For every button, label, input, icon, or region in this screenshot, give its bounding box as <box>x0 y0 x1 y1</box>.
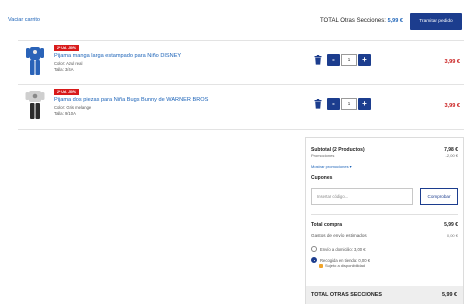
divider <box>311 214 458 215</box>
total-label: Total compra <box>311 222 343 228</box>
shipping-value: 0,00 € <box>446 233 458 238</box>
promotions-value: -2,00 € <box>445 153 458 158</box>
shipping-label: Gastos de envío estimados <box>311 233 367 238</box>
promotions-row: Promociones -2,00 € <box>311 153 458 158</box>
shipping-row: Gastos de envío estimados 0,00 € <box>311 233 458 238</box>
grand-total-value: 5,99 € <box>442 292 457 298</box>
product-thumbnail[interactable] <box>24 89 46 121</box>
product-price: 3,99 € <box>444 59 460 65</box>
promo-badge: 2ª Ud. -50% <box>54 89 79 95</box>
availability-text: Sujeto a disponibilidad <box>325 263 366 268</box>
product-name-link[interactable]: Pijama dos piezas para Niña Bugs Bunny d… <box>54 97 208 103</box>
header-total-value: 5,99 € <box>387 18 403 24</box>
store-pickup-radio[interactable] <box>311 257 317 263</box>
quantity-input[interactable]: 1 <box>341 98 357 110</box>
check-coupon-button[interactable]: Comprobar <box>420 188 458 205</box>
decrease-quantity-button[interactable]: - <box>327 98 340 110</box>
show-promotions-link[interactable]: Mostrar promociones ▾ <box>311 164 458 169</box>
availability-note: Sujeto a disponibilidad <box>319 263 365 268</box>
store-icon <box>319 263 323 268</box>
product-size: Talla: 9/10A <box>54 110 76 116</box>
checkout-button[interactable]: Tramitar pedido <box>410 13 462 30</box>
cart-item: 2ª Ud. -50% Pijama dos piezas para Niña … <box>18 85 464 130</box>
increase-quantity-button[interactable]: + <box>358 54 371 66</box>
grand-total-label: TOTAL OTRAS SECCIONES <box>311 292 382 298</box>
trash-icon[interactable] <box>314 99 322 109</box>
product-size: Talla: 3/4A <box>54 66 74 72</box>
promotions-label: Promociones <box>311 153 335 158</box>
header-total-label: TOTAL Otras Secciones: <box>320 18 386 24</box>
cart-header: Vaciar carrito TOTAL Otras Secciones: 5,… <box>0 0 475 40</box>
coupon-code-input[interactable]: Insertar código... <box>311 188 413 205</box>
product-color: Color: Azul real <box>54 61 83 66</box>
product-price: 3,99 € <box>444 103 460 109</box>
order-summary: Subtotal (2 Productos) 7,98 € Promocione… <box>305 137 464 304</box>
product-name-link[interactable]: Pijama manga larga estampado para Niño D… <box>54 53 181 59</box>
total-row: Total compra 5,99 € <box>311 222 458 228</box>
increase-quantity-button[interactable]: + <box>358 98 371 110</box>
grand-total-bar: TOTAL OTRAS SECCIONES 5,99 € <box>306 286 463 304</box>
product-color: Color: Gris melange <box>54 105 92 110</box>
cart-item: 2ª Ud. -50% Pijama manga larga estampado… <box>18 40 464 85</box>
clear-cart-link[interactable]: Vaciar carrito <box>8 17 40 23</box>
store-pickup-label: Recogida en tienda: 0,00 € <box>320 257 371 263</box>
home-delivery-radio[interactable] <box>311 246 317 252</box>
decrease-quantity-button[interactable]: - <box>327 54 340 66</box>
quantity-input[interactable]: 1 <box>341 54 357 66</box>
home-delivery-label: Envío a domicilio: 3,00 € <box>320 246 366 252</box>
home-delivery-option[interactable]: Envío a domicilio: 3,00 € <box>311 246 366 252</box>
product-thumbnail[interactable] <box>24 45 46 77</box>
coupons-label: Cupones <box>311 175 333 181</box>
total-value: 5,99 € <box>444 222 458 228</box>
header-total: TOTAL Otras Secciones: 5,99 € <box>320 18 403 24</box>
promo-badge: 2ª Ud. -50% <box>54 45 79 51</box>
trash-icon[interactable] <box>314 55 322 65</box>
